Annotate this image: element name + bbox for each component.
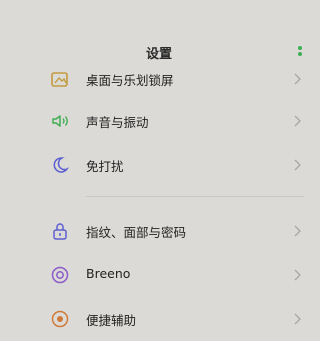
settings-item-label: Breeno [86, 266, 131, 281]
settings-item-label: 免打扰 [86, 159, 124, 174]
settings-item-label: 桌面与乐划锁屏 [86, 73, 174, 88]
chevron-right-icon [294, 115, 301, 127]
speaker-icon [52, 115, 68, 127]
settings-item-sound[interactable]: 声音与振动 [0, 99, 318, 143]
settings-item-breeno[interactable]: Breeno [0, 253, 318, 297]
chevron-right-icon [294, 159, 301, 171]
assist-icon [51, 310, 69, 328]
wallpaper-icon [51, 72, 68, 87]
section-divider [86, 196, 304, 197]
settings-item-label: 便捷辅助 [86, 313, 137, 328]
moon-icon [53, 157, 70, 173]
breeno-icon [51, 266, 69, 284]
chevron-right-icon [294, 73, 301, 85]
chevron-right-icon [294, 269, 301, 281]
chevron-right-icon [294, 313, 301, 325]
chevron-right-icon [294, 225, 301, 237]
header-bar: 设置 [0, 34, 318, 68]
settings-item-security[interactable]: 指纹、面部与密码 [0, 209, 318, 253]
settings-item-assist[interactable]: 便捷辅助 [0, 297, 318, 341]
settings-item-label: 声音与振动 [86, 115, 149, 130]
status-bar-area [0, 0, 318, 34]
settings-item-label: 指纹、面部与密码 [86, 225, 187, 240]
more-dots-icon[interactable] [297, 45, 303, 59]
settings-item-dnd[interactable]: 免打扰 [0, 143, 318, 187]
settings-screen: 设置 桌面与乐划锁屏 声音与振动 免打扰 指纹、面部与密码 Breeno 便捷辅… [0, 0, 318, 328]
lock-icon [53, 223, 67, 240]
page-title: 设置 [145, 47, 172, 62]
